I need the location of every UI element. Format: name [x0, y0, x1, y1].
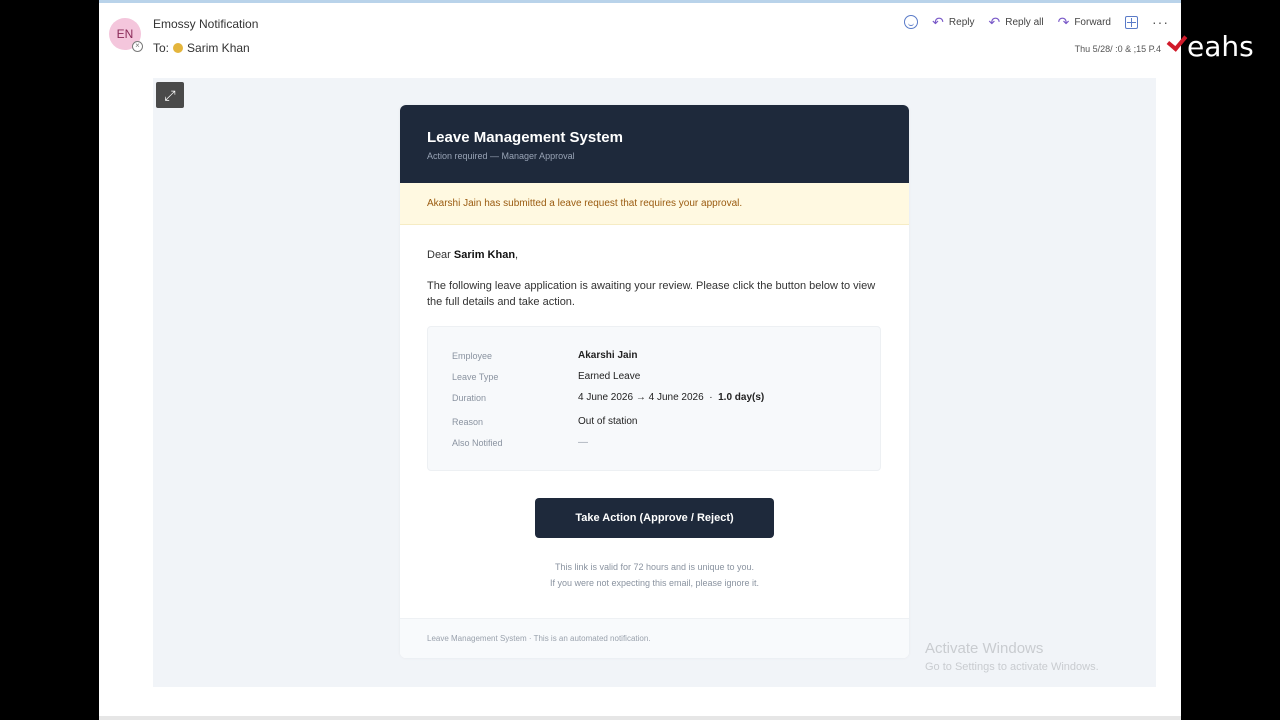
reply-icon: ↶: [932, 14, 944, 30]
duration-range: 4 June 2026 → 4 June 2026: [578, 392, 704, 403]
duration-separator: ·: [709, 392, 713, 403]
recipient-row: To: Sarim Khan: [153, 41, 250, 55]
note-line-2: If you were not expecting this email, pl…: [549, 578, 760, 588]
watermark-line-2: Go to Settings to activate Windows.: [925, 661, 1099, 673]
detail-label: Duration: [452, 392, 487, 403]
recipient-name[interactable]: Sarim Khan: [187, 41, 250, 55]
email-card-body: Dear Sarim Khan, The following leave app…: [400, 225, 909, 591]
reply-all-button[interactable]: ↶ Reply all: [988, 15, 1043, 29]
forward-icon: ↷: [1057, 14, 1070, 30]
brand-word: eahs: [1187, 30, 1254, 63]
link-validity-note: This link is valid for 72 hours and is u…: [427, 559, 882, 591]
message-toolbar: ↶ Reply ↶ Reply all ↷ Forward ···: [904, 14, 1169, 30]
forward-button[interactable]: ↷ Forward: [1058, 15, 1111, 29]
avatar-initials: EN: [116, 27, 134, 41]
detail-label: Reason: [452, 416, 484, 427]
window-top-border: [99, 0, 1181, 3]
detail-label: Also Notified: [452, 437, 503, 448]
email-subtitle: Action required — Manager Approval: [427, 151, 575, 161]
greeting-prefix: Dear: [427, 249, 451, 261]
detail-label: Employee: [452, 350, 493, 361]
reply-label: Reply: [948, 16, 975, 28]
email-card: Leave Management System Action required …: [400, 105, 909, 658]
greeting-suffix: ,: [515, 249, 519, 261]
email-title: Leave Management System: [427, 129, 623, 146]
checkmark-icon: [1167, 26, 1193, 52]
reply-button[interactable]: ↶ Reply: [932, 15, 974, 29]
reply-all-icon: ↶: [988, 14, 1001, 30]
to-label: To:: [153, 41, 170, 55]
intro-paragraph: The following leave application is await…: [427, 280, 876, 308]
note-line-1: This link is valid for 72 hours and is u…: [554, 562, 755, 572]
email-card-header: Leave Management System Action required …: [400, 105, 909, 183]
greeting: Dear Sarim Khan,: [427, 249, 882, 261]
apps-grid-icon[interactable]: [1125, 15, 1138, 29]
detail-value: 4 June 2026 → 4 June 2026 · 1.0 day(s): [578, 392, 764, 403]
detail-row-duration: Duration 4 June 2026 → 4 June 2026 · 1.0…: [452, 387, 880, 408]
alert-banner: Akarshi Jain has submitted a leave reque…: [400, 183, 909, 225]
forward-label: Forward: [1074, 16, 1111, 28]
detail-label: Leave Type: [452, 371, 499, 382]
detail-value: —: [578, 437, 588, 448]
recipient-status-icon: [173, 43, 184, 53]
watermark-line-1: Activate Windows: [925, 640, 1044, 657]
email-reading-pane: EN × Emossy Notification To: Sarim Khan …: [99, 0, 1181, 720]
sender-name[interactable]: Emossy Notification: [153, 17, 258, 31]
detail-value: Out of station: [578, 416, 638, 427]
presence-status-icon: ×: [132, 41, 143, 52]
take-action-button[interactable]: Take Action (Approve / Reject): [535, 498, 774, 538]
detail-value: Earned Leave: [578, 371, 641, 382]
message-timestamp: Thu 5/28/ :0 & ;15 P.4: [1074, 44, 1161, 54]
window-bottom-border: [99, 716, 1181, 720]
expand-icon[interactable]: ⤢: [156, 82, 184, 108]
emoji-reaction-icon[interactable]: [904, 15, 919, 29]
activate-windows-watermark: Activate Windows Go to Settings to activ…: [925, 640, 1099, 673]
reply-all-label: Reply all: [1005, 16, 1044, 28]
message-body: ⤢ Leave Management System Action require…: [153, 78, 1156, 687]
action-button-wrapper: Take Action (Approve / Reject): [427, 498, 882, 538]
brand-logo: eahs: [1167, 26, 1254, 63]
detail-row-leave-type: Leave Type Earned Leave: [452, 366, 880, 387]
duration-days: 1.0 day(s): [718, 392, 765, 403]
email-card-footer: Leave Management System · This is an aut…: [400, 618, 909, 658]
detail-row-employee: Employee Akarshi Jain: [452, 345, 880, 366]
detail-row-also-notified: Also Notified —: [452, 432, 880, 453]
leave-details-panel: Employee Akarshi Jain Leave Type Earned …: [427, 326, 881, 471]
greeting-name: Sarim Khan: [453, 249, 516, 261]
detail-value: Akarshi Jain: [578, 350, 638, 361]
detail-row-reason: Reason Out of station: [452, 411, 880, 432]
